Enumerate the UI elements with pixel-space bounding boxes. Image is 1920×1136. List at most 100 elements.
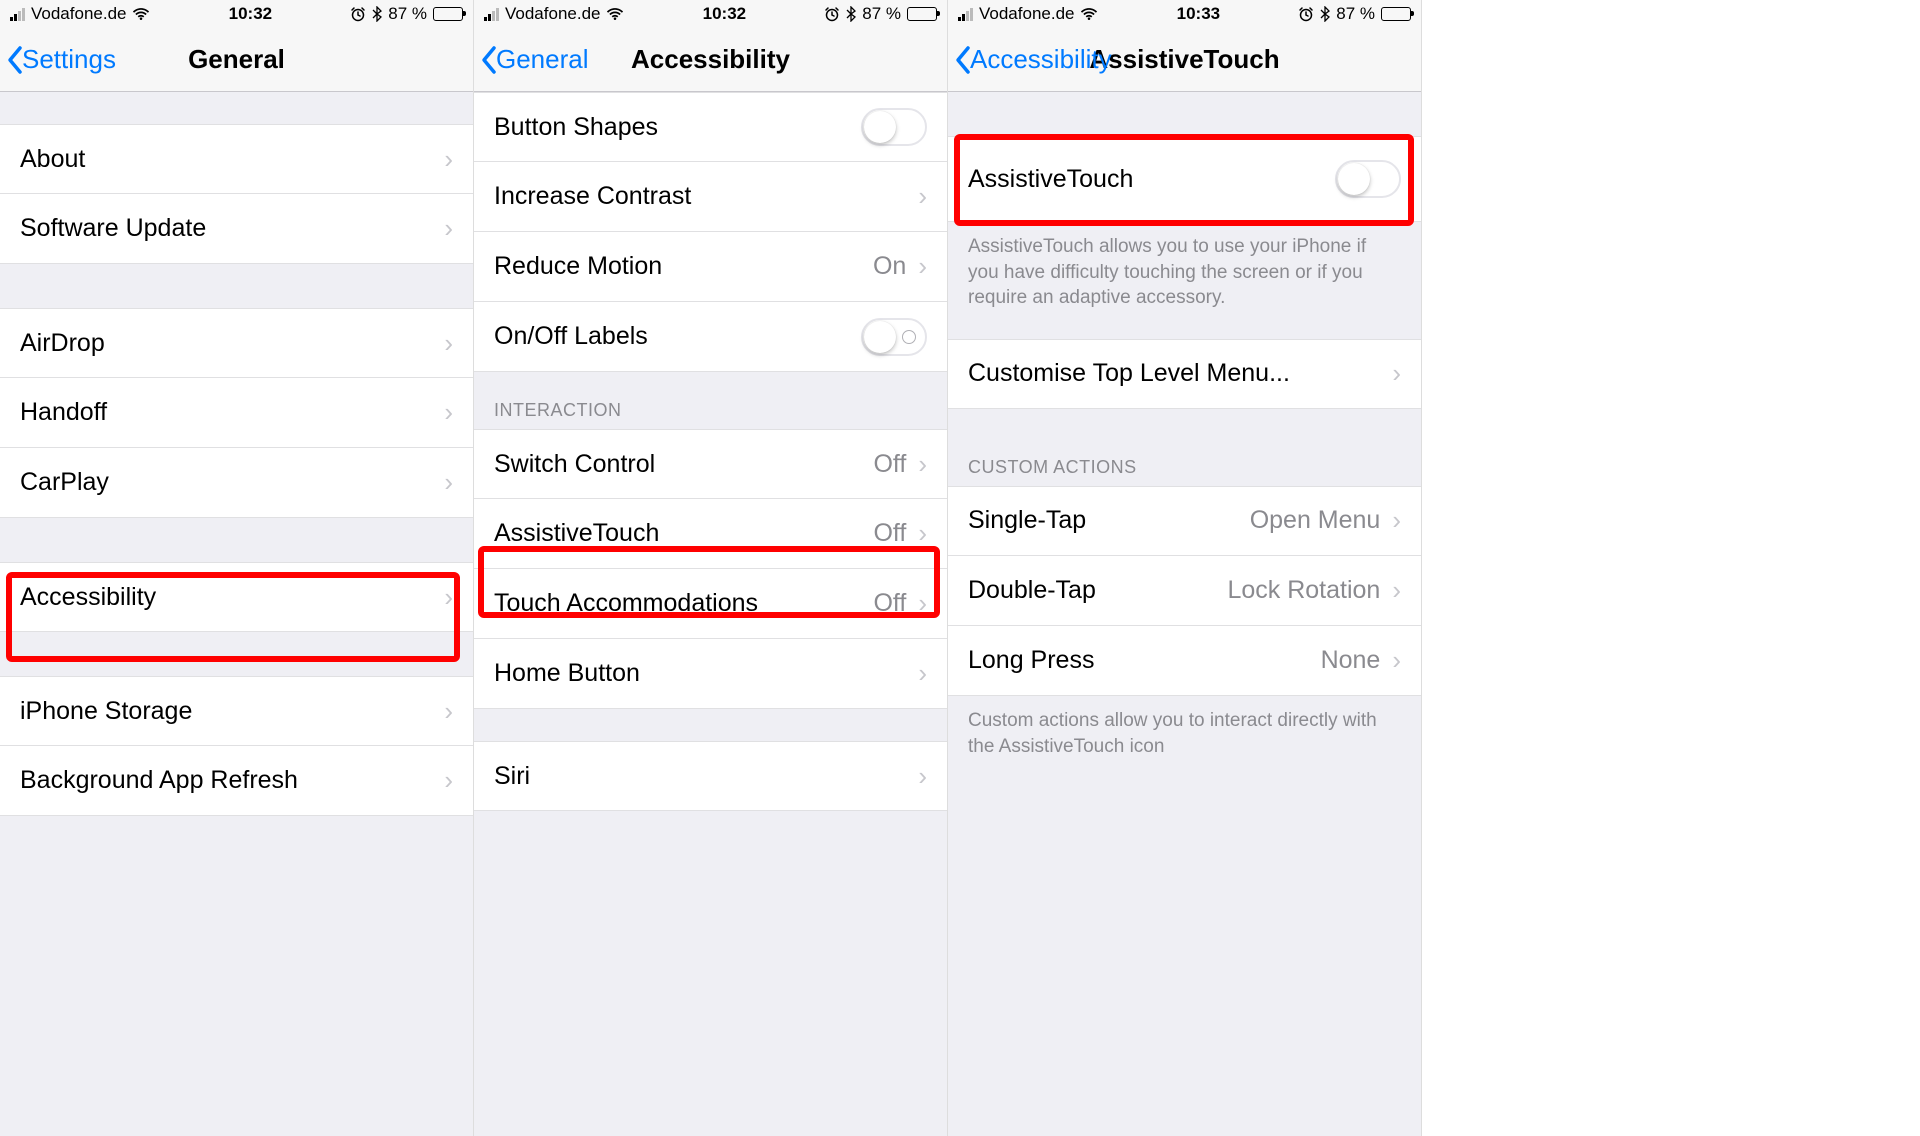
status-bar: Vodafone.de 10:32 87 % — [0, 0, 473, 28]
row-value: On — [873, 252, 906, 281]
row-label: Single-Tap — [968, 506, 1250, 535]
row-touch-accommodations[interactable]: Touch Accommodations Off › — [474, 569, 947, 639]
alarm-icon — [1298, 6, 1314, 22]
row-switch-control[interactable]: Switch Control Off › — [474, 429, 947, 499]
bluetooth-icon — [846, 6, 856, 22]
row-single-tap[interactable]: Single-Tap Open Menu › — [948, 486, 1421, 556]
back-button[interactable]: General — [480, 28, 589, 91]
row-label: Home Button — [494, 659, 918, 688]
row-value: Open Menu — [1250, 506, 1381, 535]
chevron-right-icon: › — [918, 449, 927, 480]
row-label: CarPlay — [20, 468, 444, 497]
back-label: Settings — [22, 44, 116, 75]
row-siri[interactable]: Siri › — [474, 741, 947, 811]
blank-area — [1422, 0, 1920, 1136]
alarm-icon — [350, 6, 366, 22]
row-label: Touch Accommodations — [494, 589, 873, 618]
row-label: Long Press — [968, 646, 1321, 675]
screen-accessibility: Vodafone.de 10:32 87 % General Accessibi… — [474, 0, 948, 1136]
toggle-switch[interactable] — [861, 318, 927, 356]
chevron-right-icon: › — [918, 761, 927, 792]
status-time: 10:32 — [703, 4, 746, 24]
footer-text: AssistiveTouch allows you to use your iP… — [948, 222, 1421, 319]
row-onoff-labels[interactable]: On/Off Labels — [474, 302, 947, 372]
chevron-right-icon: › — [1392, 645, 1401, 676]
back-button[interactable]: Settings — [6, 28, 116, 91]
row-value: None — [1321, 646, 1381, 675]
row-label: On/Off Labels — [494, 322, 861, 351]
signal-icon — [484, 8, 499, 21]
battery-percent: 87 % — [1336, 4, 1375, 24]
battery-percent: 87 % — [388, 4, 427, 24]
carrier-label: Vodafone.de — [979, 4, 1074, 24]
row-value: Off — [873, 589, 906, 618]
back-label: General — [496, 44, 589, 75]
chevron-right-icon: › — [1392, 358, 1401, 389]
battery-icon — [1381, 7, 1411, 21]
row-double-tap[interactable]: Double-Tap Lock Rotation › — [948, 556, 1421, 626]
status-bar: Vodafone.de 10:32 87 % — [474, 0, 947, 28]
row-accessibility[interactable]: Accessibility › — [0, 562, 473, 632]
row-label: Reduce Motion — [494, 252, 873, 281]
chevron-right-icon: › — [1392, 575, 1401, 606]
alarm-icon — [824, 6, 840, 22]
row-reduce-motion[interactable]: Reduce Motion On › — [474, 232, 947, 302]
chevron-right-icon: › — [918, 658, 927, 689]
row-label: Handoff — [20, 398, 444, 427]
row-airdrop[interactable]: AirDrop › — [0, 308, 473, 378]
nav-bar: Settings General — [0, 28, 473, 92]
row-assistive-touch-toggle[interactable]: AssistiveTouch — [948, 136, 1421, 222]
back-button[interactable]: Accessibility — [954, 28, 1112, 91]
row-value: Off — [873, 519, 906, 548]
row-home-button[interactable]: Home Button › — [474, 639, 947, 709]
wifi-icon — [1080, 7, 1098, 21]
row-label: Software Update — [20, 214, 444, 243]
row-handoff[interactable]: Handoff › — [0, 378, 473, 448]
row-label: Background App Refresh — [20, 766, 444, 795]
row-long-press[interactable]: Long Press None › — [948, 626, 1421, 696]
row-about[interactable]: About › — [0, 124, 473, 194]
row-label: Customise Top Level Menu... — [968, 359, 1392, 388]
nav-bar: Accessibility AssistiveTouch — [948, 28, 1421, 92]
row-label: AirDrop — [20, 329, 444, 358]
row-button-shapes[interactable]: Button Shapes — [474, 92, 947, 162]
footer-text: Custom actions allow you to interact dir… — [948, 696, 1421, 767]
row-value: Lock Rotation — [1227, 576, 1380, 605]
carrier-label: Vodafone.de — [31, 4, 126, 24]
status-time: 10:33 — [1177, 4, 1220, 24]
chevron-right-icon: › — [444, 582, 453, 613]
chevron-right-icon: › — [444, 328, 453, 359]
row-label: About — [20, 145, 444, 174]
chevron-right-icon: › — [918, 251, 927, 282]
back-label: Accessibility — [970, 44, 1112, 75]
toggle-switch[interactable] — [1335, 160, 1401, 198]
row-assistive-touch[interactable]: AssistiveTouch Off › — [474, 499, 947, 569]
row-software-update[interactable]: Software Update › — [0, 194, 473, 264]
row-increase-contrast[interactable]: Increase Contrast › — [474, 162, 947, 232]
row-customise-menu[interactable]: Customise Top Level Menu... › — [948, 339, 1421, 409]
chevron-right-icon: › — [444, 144, 453, 175]
row-label: AssistiveTouch — [968, 165, 1335, 194]
row-iphone-storage[interactable]: iPhone Storage › — [0, 676, 473, 746]
signal-icon — [958, 8, 973, 21]
wifi-icon — [132, 7, 150, 21]
nav-title: Accessibility — [631, 44, 790, 75]
chevron-right-icon: › — [918, 518, 927, 549]
row-bg-refresh[interactable]: Background App Refresh › — [0, 746, 473, 816]
chevron-right-icon: › — [444, 467, 453, 498]
content: Button Shapes Increase Contrast › Reduce… — [474, 92, 947, 1136]
chevron-right-icon: › — [918, 181, 927, 212]
chevron-right-icon: › — [1392, 505, 1401, 536]
section-header-interaction: INTERACTION — [474, 372, 947, 429]
row-label: Switch Control — [494, 450, 873, 479]
nav-title: General — [188, 44, 285, 75]
carrier-label: Vodafone.de — [505, 4, 600, 24]
row-carplay[interactable]: CarPlay › — [0, 448, 473, 518]
toggle-switch[interactable] — [861, 108, 927, 146]
nav-bar: General Accessibility — [474, 28, 947, 92]
row-label: AssistiveTouch — [494, 519, 873, 548]
row-value: Off — [873, 450, 906, 479]
chevron-right-icon: › — [918, 588, 927, 619]
status-time: 10:32 — [229, 4, 272, 24]
row-label: Accessibility — [20, 583, 444, 612]
